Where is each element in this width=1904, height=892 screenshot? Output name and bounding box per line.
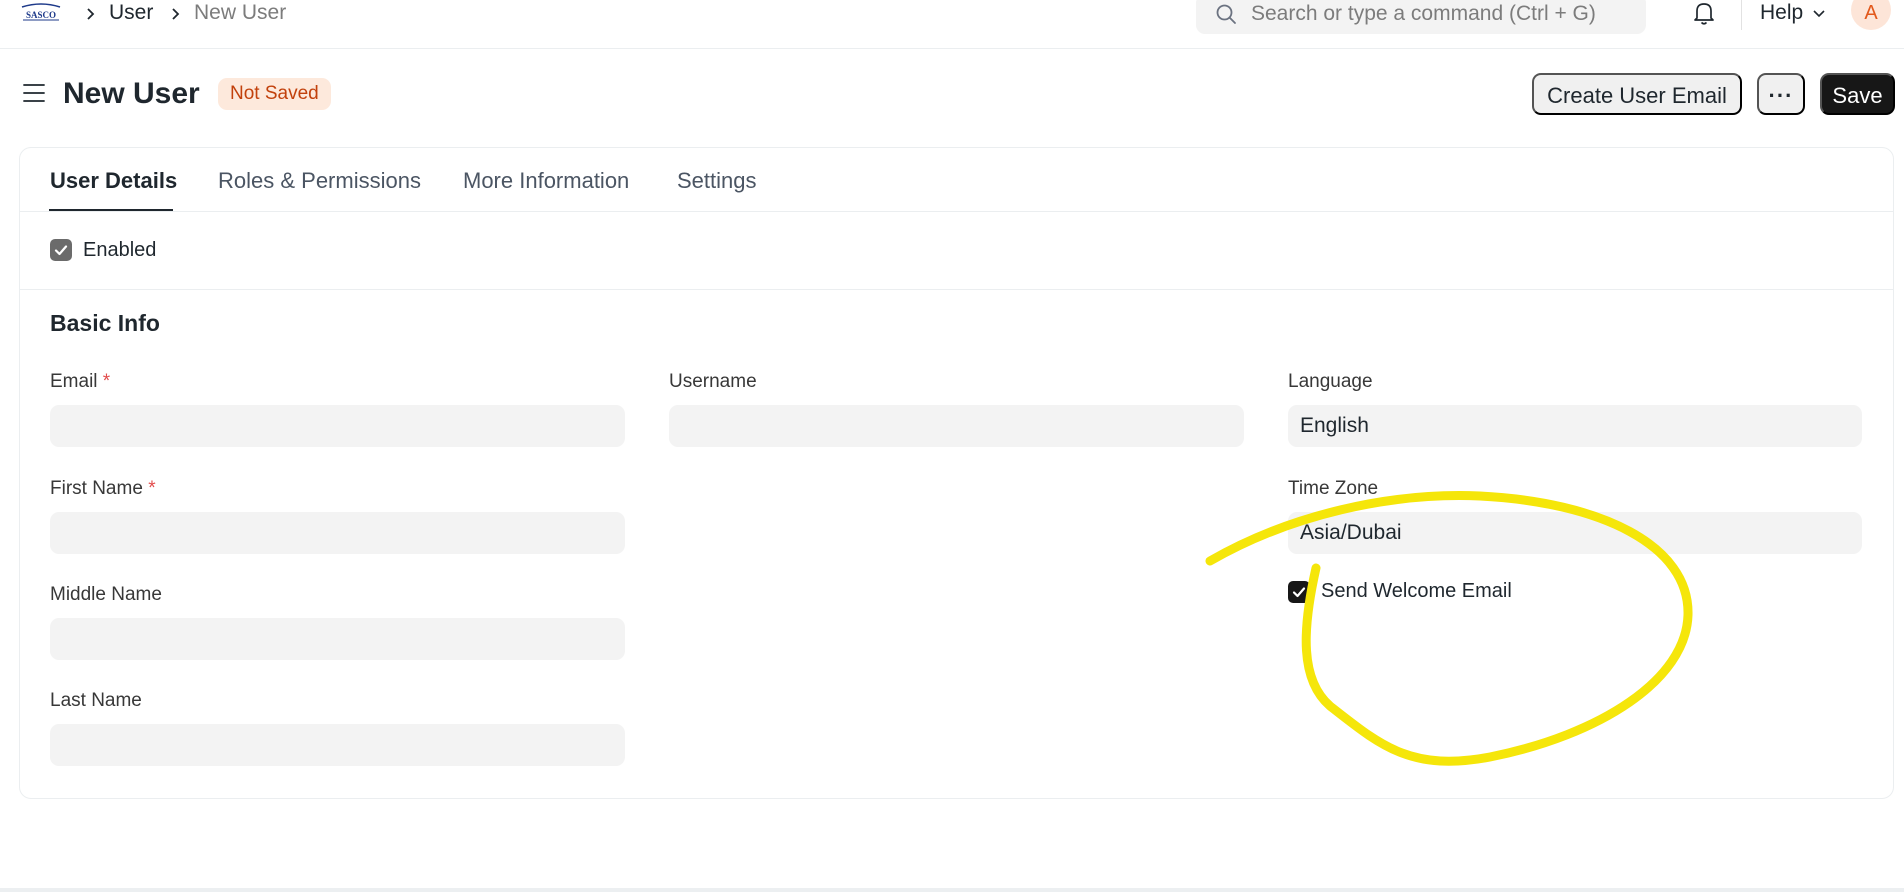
send-welcome-email-checkbox[interactable] [1288, 581, 1310, 603]
username-label: Username [669, 371, 757, 392]
status-badge: Not Saved [218, 78, 331, 110]
enabled-checkbox[interactable] [50, 239, 72, 261]
language-label: Language [1288, 371, 1373, 392]
last-name-field[interactable] [50, 724, 625, 766]
bell-icon[interactable] [1691, 0, 1717, 26]
check-icon [54, 245, 68, 256]
search-icon [1216, 4, 1236, 24]
breadcrumb-new-user[interactable]: New User [194, 1, 286, 25]
create-user-email-button[interactable]: Create User Email [1532, 73, 1742, 115]
help-menu[interactable]: Help [1760, 1, 1803, 25]
navbar: SASCO User New User Search or type a com… [0, 0, 1904, 49]
middle-name-field[interactable] [50, 618, 625, 660]
tab-settings[interactable]: Settings [677, 168, 757, 194]
chevron-right-icon [172, 8, 180, 20]
send-welcome-email-label: Send Welcome Email [1321, 580, 1512, 602]
middle-name-label: Middle Name [50, 584, 162, 605]
svg-text:SASCO: SASCO [26, 10, 56, 20]
sidebar-toggle-icon[interactable] [22, 82, 46, 104]
form-card: User Details Roles & Permissions More In… [19, 147, 1894, 799]
more-actions-button[interactable]: ··· [1757, 73, 1805, 115]
breadcrumb-user[interactable]: User [109, 1, 153, 25]
enabled-label: Enabled [83, 239, 157, 261]
time-zone-field[interactable]: Asia/Dubai [1288, 512, 1862, 554]
email-field[interactable] [50, 405, 625, 447]
username-field[interactable] [669, 405, 1244, 447]
chevron-down-icon[interactable] [1811, 5, 1827, 21]
navbar-divider [1741, 0, 1742, 30]
section-title-basic-info: Basic Info [50, 310, 160, 336]
avatar[interactable]: A [1851, 0, 1891, 30]
active-tab-indicator [49, 209, 173, 211]
tab-roles-permissions[interactable]: Roles & Permissions [218, 168, 421, 194]
check-icon [1292, 587, 1306, 598]
last-name-label: Last Name [50, 690, 142, 711]
first-name-label: First Name * [50, 478, 156, 499]
page-bottom-border [0, 888, 1904, 892]
search-placeholder: Search or type a command (Ctrl + G) [1251, 2, 1596, 25]
app-logo[interactable]: SASCO [20, 3, 62, 23]
page-title: New User [63, 77, 200, 110]
first-name-field[interactable] [50, 512, 625, 554]
tab-more-information[interactable]: More Information [463, 168, 629, 194]
form-tabs: User Details Roles & Permissions More In… [20, 148, 1893, 212]
save-button[interactable]: Save [1820, 73, 1895, 115]
chevron-right-icon [87, 8, 95, 20]
tab-user-details[interactable]: User Details [50, 168, 177, 194]
language-field[interactable]: English [1288, 405, 1862, 447]
enabled-section: Enabled [20, 213, 1893, 290]
time-zone-label: Time Zone [1288, 478, 1379, 499]
email-label: Email * [50, 371, 111, 392]
search-input[interactable]: Search or type a command (Ctrl + G) [1196, 0, 1646, 34]
